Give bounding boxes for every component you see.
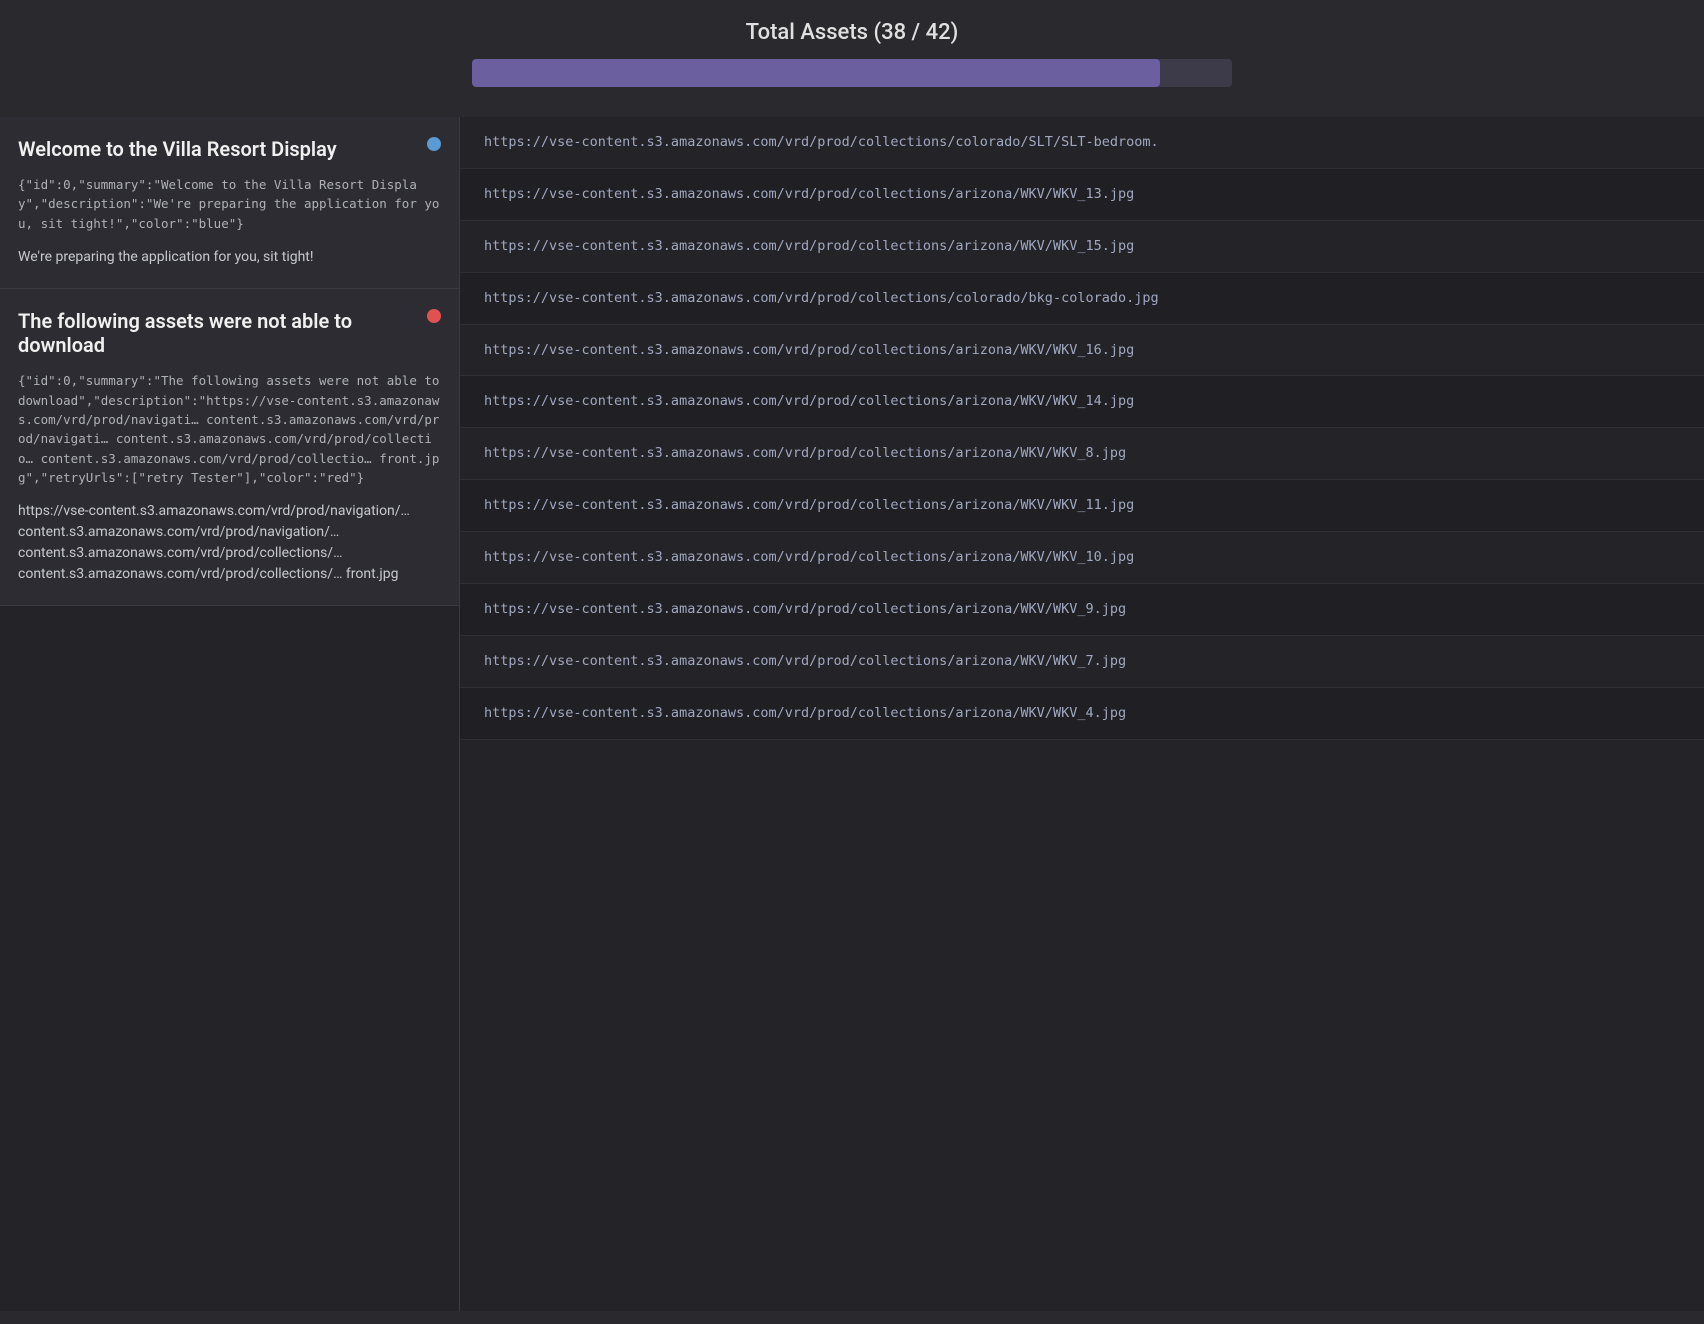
url-item: https://vse-content.s3.amazonaws.com/vrd… — [460, 325, 1704, 377]
url-item: https://vse-content.s3.amazonaws.com/vrd… — [460, 273, 1704, 325]
url-item: https://vse-content.s3.amazonaws.com/vrd… — [460, 376, 1704, 428]
failed-assets-card-description: https://vse-content.s3.amazonaws.com/vrd… — [18, 501, 441, 585]
url-item: https://vse-content.s3.amazonaws.com/vrd… — [460, 221, 1704, 273]
url-item: https://vse-content.s3.amazonaws.com/vrd… — [460, 428, 1704, 480]
right-panel[interactable]: https://vse-content.s3.amazonaws.com/vrd… — [460, 117, 1704, 1311]
left-panel[interactable]: Welcome to the Villa Resort Display {"id… — [0, 117, 460, 1311]
welcome-card: Welcome to the Villa Resort Display {"id… — [0, 117, 459, 289]
url-item: https://vse-content.s3.amazonaws.com/vrd… — [460, 480, 1704, 532]
url-item: https://vse-content.s3.amazonaws.com/vrd… — [460, 688, 1704, 740]
welcome-card-json: {"id":0,"summary":"Welcome to the Villa … — [18, 175, 441, 233]
url-item: https://vse-content.s3.amazonaws.com/vrd… — [460, 584, 1704, 636]
url-item: https://vse-content.s3.amazonaws.com/vrd… — [460, 117, 1704, 169]
top-section: Total Assets (38 / 42) — [0, 0, 1704, 117]
url-item: https://vse-content.s3.amazonaws.com/vrd… — [460, 169, 1704, 221]
url-item: https://vse-content.s3.amazonaws.com/vrd… — [460, 636, 1704, 688]
url-item: https://vse-content.s3.amazonaws.com/vrd… — [460, 532, 1704, 584]
welcome-card-description: We're preparing the application for you,… — [18, 247, 441, 268]
failed-assets-card-title: The following assets were not able to do… — [18, 309, 441, 357]
blue-dot-icon — [427, 137, 441, 151]
progress-bar-container — [472, 59, 1232, 87]
failed-assets-card-json: {"id":0,"summary":"The following assets … — [18, 371, 441, 487]
welcome-card-title: Welcome to the Villa Resort Display — [18, 137, 441, 161]
main-content: Welcome to the Villa Resort Display {"id… — [0, 117, 1704, 1311]
failed-assets-card: The following assets were not able to do… — [0, 289, 459, 606]
total-assets-title: Total Assets (38 / 42) — [746, 20, 959, 45]
progress-bar-fill — [472, 59, 1160, 87]
